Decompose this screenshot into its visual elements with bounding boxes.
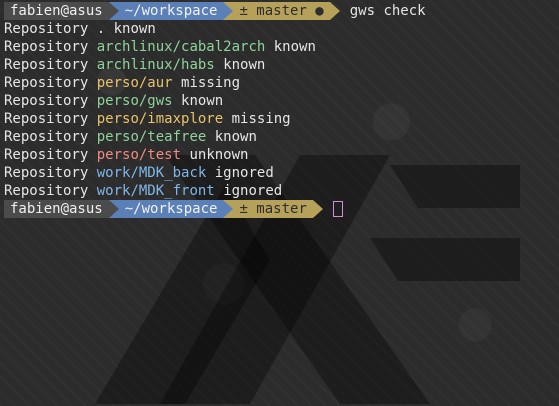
output-line: Repository perso/imaxplore missing [4,110,559,128]
line-prefix: Repository [4,129,89,145]
repo-name: perso/teafree [96,129,207,145]
line-prefix: Repository [4,111,89,127]
repo-status: known [181,93,224,109]
output-line: Repository . known [4,20,559,38]
repo-status: missing [231,111,291,127]
prompt-git-segment: ± master ● [233,2,330,20]
terminal-output: fabien@asus ~/workspace ± master ● gws c… [4,2,559,218]
repo-name: work/MDK_front [96,183,215,199]
line-prefix: Repository [4,183,89,199]
output-line: Repository perso/teafree known [4,128,559,146]
output-line: Repository work/MDK_front ignored [4,182,559,200]
prompt-separator-icon [223,200,234,218]
repo-name: work/MDK_back [96,165,207,181]
line-prefix: Repository [4,93,89,109]
command-output: Repository . known Repository archlinux/… [4,20,559,200]
text-cursor[interactable] [332,201,343,217]
line-prefix: Repository [4,21,89,37]
repo-status: unknown [189,147,249,163]
output-line: Repository work/MDK_back ignored [4,164,559,182]
prompt-user-segment: fabien@asus [4,2,109,20]
repo-status: known [273,39,316,55]
output-line: Repository perso/test unknown [4,146,559,164]
repo-name: perso/gws [96,93,173,109]
line-prefix: Repository [4,39,89,55]
repo-status: known [214,129,257,145]
prompt-separator-icon [108,200,119,218]
repo-name: perso/test [96,147,182,163]
output-line: Repository perso/aur missing [4,74,559,92]
line-prefix: Repository [4,75,89,91]
prompt-separator-icon [312,200,323,218]
line-prefix: Repository [4,57,89,73]
prompt-path-segment: ~/workspace [118,2,224,20]
output-line: Repository archlinux/cabal2arch known [4,38,559,56]
repo-name: . [96,21,106,37]
terminal-window[interactable]: fabien@asus ~/workspace ± master ● gws c… [0,0,559,406]
repo-name: perso/aur [96,75,173,91]
repo-name: archlinux/cabal2arch [96,39,266,55]
command-text: gws check [349,3,426,19]
repo-status: known [223,57,266,73]
prompt-user-segment: fabien@asus [4,200,109,218]
prompt-line-1: fabien@asus ~/workspace ± master ● gws c… [4,2,559,20]
line-prefix: Repository [4,165,89,181]
repo-status: missing [181,75,241,91]
prompt-separator-icon [108,2,119,20]
line-prefix: Repository [4,147,89,163]
prompt-git-segment: ± master [233,200,313,218]
prompt-line-2[interactable]: fabien@asus ~/workspace ± master [4,200,559,218]
repo-status: ignored [223,183,283,199]
prompt-path-segment: ~/workspace [118,200,224,218]
prompt-separator-icon [223,2,234,20]
repo-name: perso/imaxplore [96,111,224,127]
repo-status: known [113,21,156,37]
output-line: Repository archlinux/habs known [4,56,559,74]
output-line: Repository perso/gws known [4,92,559,110]
prompt-separator-icon [329,2,340,20]
repo-name: archlinux/habs [96,57,215,73]
repo-status: ignored [214,165,274,181]
